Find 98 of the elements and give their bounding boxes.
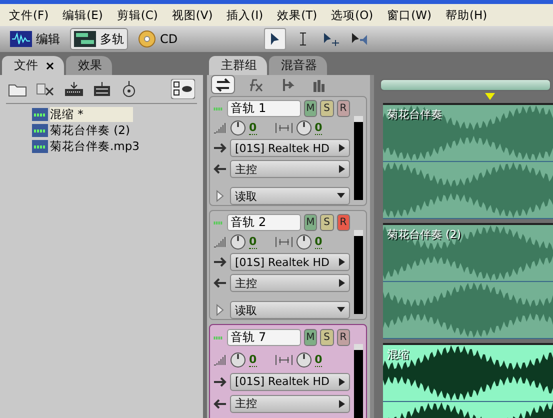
menu-item[interactable]: 视图(V) xyxy=(164,8,220,22)
mute-button[interactable]: M xyxy=(304,329,318,346)
zoom-navigator[interactable] xyxy=(380,79,551,91)
mute-button[interactable]: M xyxy=(304,214,318,231)
volume-value[interactable]: 0 xyxy=(249,121,257,135)
insert-cd-icon xyxy=(120,81,138,97)
workspace-button[interactable]: 多轨 xyxy=(70,28,128,50)
record-button[interactable]: R xyxy=(336,329,350,346)
arrow-left-icon xyxy=(213,163,227,175)
record-button[interactable]: R xyxy=(336,100,350,117)
output-dropdown[interactable]: [01S] Realtek HD xyxy=(230,372,350,390)
track-name-field[interactable]: 音轨 2 xyxy=(226,214,301,231)
clip-name: 混缩 xyxy=(387,347,409,362)
caret-icon xyxy=(337,193,345,199)
input-dropdown[interactable]: 主控 xyxy=(230,394,350,412)
clip-name: 菊花台伴奏 xyxy=(387,107,442,122)
menu-item[interactable]: 剪辑(C) xyxy=(110,8,165,22)
arrow-right-icon xyxy=(213,142,227,154)
input-dropdown[interactable]: 主控 xyxy=(230,274,350,292)
output-dropdown[interactable]: [01S] Realtek HD xyxy=(230,139,350,157)
solo-button[interactable]: S xyxy=(320,214,334,231)
audio-file-icon xyxy=(32,108,48,120)
solo-button[interactable]: S xyxy=(320,329,334,346)
play-icon xyxy=(339,144,345,152)
swap-arrows-icon xyxy=(214,76,232,92)
automation-dropdown[interactable]: 读取 xyxy=(230,301,350,319)
file-item[interactable]: 菊花台伴奏.mp3 xyxy=(50,138,140,154)
automation-dropdown[interactable]: 读取 xyxy=(230,187,350,205)
volume-value[interactable]: 0 xyxy=(249,352,257,366)
track-name-field[interactable]: 音轨 1 xyxy=(226,100,301,117)
menu-item[interactable]: 窗口(W) xyxy=(380,8,438,22)
volume-icon xyxy=(213,354,227,366)
pan-knob xyxy=(296,120,312,136)
pan-icon xyxy=(274,354,293,366)
volume-knob xyxy=(230,120,246,136)
checkbox-eye-icon xyxy=(171,79,195,99)
play-icon xyxy=(339,400,345,408)
track-header[interactable]: 音轨 7 M S R 0 0 [01S] Realtek HD 主控 xyxy=(209,324,367,418)
panel-tab[interactable]: 混音器 xyxy=(269,56,327,75)
clip-name: 菊花台伴奏 (2) xyxy=(387,227,462,242)
waveform-icon xyxy=(10,31,32,47)
panel-tab[interactable]: 效果 xyxy=(66,56,112,75)
pan-value[interactable]: 0 xyxy=(314,235,322,249)
caret-icon xyxy=(337,307,345,313)
arrow-right-icon xyxy=(213,256,227,268)
audio-file-icon xyxy=(32,140,48,152)
workspace-button[interactable]: 编辑 xyxy=(6,28,64,50)
pan-value[interactable]: 0 xyxy=(314,352,322,366)
disc-icon xyxy=(138,30,156,48)
volume-knob xyxy=(230,234,246,250)
volume-icon xyxy=(213,122,227,134)
record-button[interactable]: R xyxy=(336,214,350,231)
move-pointer-icon xyxy=(322,31,340,47)
menu-item[interactable]: 效果(T) xyxy=(270,8,324,22)
play-icon xyxy=(339,165,345,173)
menu-item[interactable]: 文件(F) xyxy=(2,8,56,22)
pan-knob xyxy=(296,352,312,368)
file-item[interactable]: 混缩 * xyxy=(50,106,134,122)
volume-value[interactable]: 0 xyxy=(249,235,257,249)
menu-item[interactable]: 插入(I) xyxy=(220,8,270,22)
track-header[interactable]: 音轨 2 M S R 0 0 [01S] Realtek HD 主控 读取 xyxy=(209,210,367,320)
speaker-pointer-icon xyxy=(350,31,368,47)
close-icon xyxy=(46,62,54,70)
track-header[interactable]: 音轨 1 M S R 0 0 [01S] Realtek HD 主控 读取 xyxy=(209,96,367,206)
text-cursor-icon xyxy=(298,32,307,46)
arrow-right-icon xyxy=(213,376,227,388)
multitrack-icon xyxy=(74,31,96,47)
tool-button[interactable] xyxy=(264,28,286,50)
output-dropdown[interactable]: [01S] Realtek HD xyxy=(230,253,350,271)
arrow-left-icon xyxy=(213,398,227,410)
menu-item[interactable]: 选项(O) xyxy=(324,8,380,22)
arrow-left-icon xyxy=(213,277,227,289)
pan-icon xyxy=(274,122,293,134)
insert-wave-icon xyxy=(64,81,84,97)
pan-icon xyxy=(274,236,293,248)
file-item[interactable]: 菊花台伴奏 (2) xyxy=(50,122,130,138)
play-icon xyxy=(339,378,345,386)
pan-value[interactable]: 0 xyxy=(314,121,322,135)
menu-item[interactable]: 帮助(H) xyxy=(438,8,494,22)
solo-button[interactable]: S xyxy=(320,100,334,117)
pan-knob xyxy=(296,234,312,250)
input-dropdown[interactable]: 主控 xyxy=(230,160,350,178)
play-icon xyxy=(339,279,345,287)
volume-knob xyxy=(230,352,246,368)
play-icon xyxy=(339,258,345,266)
close-file-icon xyxy=(36,81,56,97)
mute-button[interactable]: M xyxy=(304,100,318,117)
panel-tab[interactable]: 文件 xyxy=(2,56,64,75)
insert-track-icon xyxy=(92,81,112,97)
playhead-marker[interactable] xyxy=(485,93,495,100)
view-button[interactable] xyxy=(211,75,235,94)
volume-icon xyxy=(213,236,227,248)
panel-tab[interactable]: 主群组 xyxy=(209,56,267,75)
audio-clip[interactable]: 菊花台伴奏 xyxy=(383,103,553,219)
menu-item[interactable]: 编辑(E) xyxy=(56,8,110,22)
workspace-button[interactable]: CD xyxy=(134,28,182,50)
audio-file-icon xyxy=(32,124,48,136)
track-name-field[interactable]: 音轨 7 xyxy=(226,329,301,346)
